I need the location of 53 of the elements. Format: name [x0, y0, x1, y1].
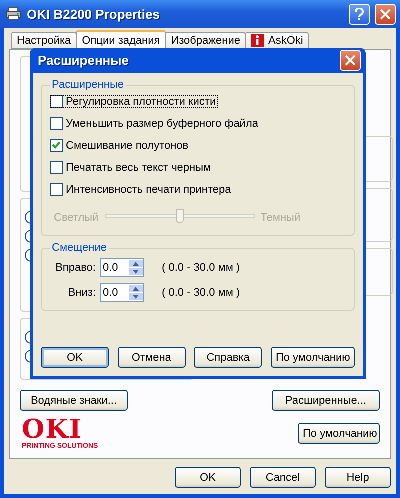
question-icon — [354, 8, 365, 20]
dialog-button[interactable]: Help — [325, 467, 391, 488]
checkbox-option[interactable]: Интенсивность печати принтера — [50, 183, 234, 196]
checkbox-option[interactable]: Уменьшить размер буферного файла — [50, 117, 260, 130]
tab[interactable]: Настройка — [11, 32, 78, 49]
checkbox[interactable] — [50, 117, 63, 130]
up-arrow-icon — [133, 262, 139, 266]
tab[interactable]: Изображение — [165, 32, 246, 49]
dialog-button[interactable]: По умолчанию — [270, 347, 355, 368]
spin-box[interactable]: 0.0 — [100, 258, 144, 277]
down-arrow-icon — [133, 270, 139, 274]
checkbox[interactable] — [50, 183, 63, 196]
slider-max-label: Темный — [260, 212, 301, 224]
dialog-button[interactable]: Справка — [194, 347, 262, 368]
slider-min-label: Светлый — [54, 212, 99, 224]
close-button[interactable] — [375, 4, 396, 24]
checkbox-option[interactable]: Смешивание полутонов — [50, 139, 191, 152]
dialog-button[interactable]: OK — [41, 347, 109, 368]
spin-up-button[interactable] — [129, 285, 143, 292]
checkbox-option[interactable]: Печатать весь текст черным — [50, 161, 214, 174]
group-title: Расширенные — [51, 79, 125, 91]
checkbox[interactable] — [50, 95, 63, 108]
tab[interactable]: AskOki — [245, 32, 310, 49]
checkbox[interactable] — [50, 139, 63, 152]
printer-icon — [6, 7, 22, 21]
dialog-button[interactable]: Расширенные... — [272, 390, 380, 411]
spin-down-button[interactable] — [129, 293, 143, 300]
field-label: Вниз: — [67, 286, 96, 298]
checkbox-option[interactable]: Регулировка плотности кисти — [50, 95, 218, 108]
close-button[interactable] — [340, 50, 361, 71]
dialog-button[interactable]: Cancel — [250, 467, 316, 488]
dialog-title: Расширенные — [38, 53, 130, 68]
spin-down-button[interactable] — [129, 268, 143, 275]
close-icon — [345, 55, 356, 66]
info-icon — [251, 34, 264, 47]
range-hint: ( 0.0 - 30.0 мм ) — [162, 286, 240, 298]
window-title: OKI B2200 Properties — [27, 6, 161, 22]
dialog-button[interactable]: OK — [175, 467, 241, 488]
spin-up-button[interactable] — [129, 260, 143, 267]
field-label: Вправо: — [54, 262, 96, 274]
spin-box[interactable]: 0.0 — [100, 283, 144, 302]
checkbox[interactable] — [50, 161, 63, 174]
defaults-button[interactable]: По умолчанию — [298, 423, 380, 444]
tab[interactable]: Опции задания — [76, 30, 166, 49]
down-arrow-icon — [133, 294, 139, 298]
dialog-button[interactable]: Отмена — [118, 347, 186, 368]
dialog-button[interactable]: Водяные знаки... — [20, 390, 128, 411]
group-title: Смещение — [51, 242, 108, 254]
range-hint: ( 0.0 - 30.0 мм ) — [162, 262, 240, 274]
close-icon — [380, 8, 391, 20]
up-arrow-icon — [133, 286, 139, 290]
logo-text: OKI — [22, 417, 82, 443]
help-button[interactable] — [349, 4, 370, 24]
